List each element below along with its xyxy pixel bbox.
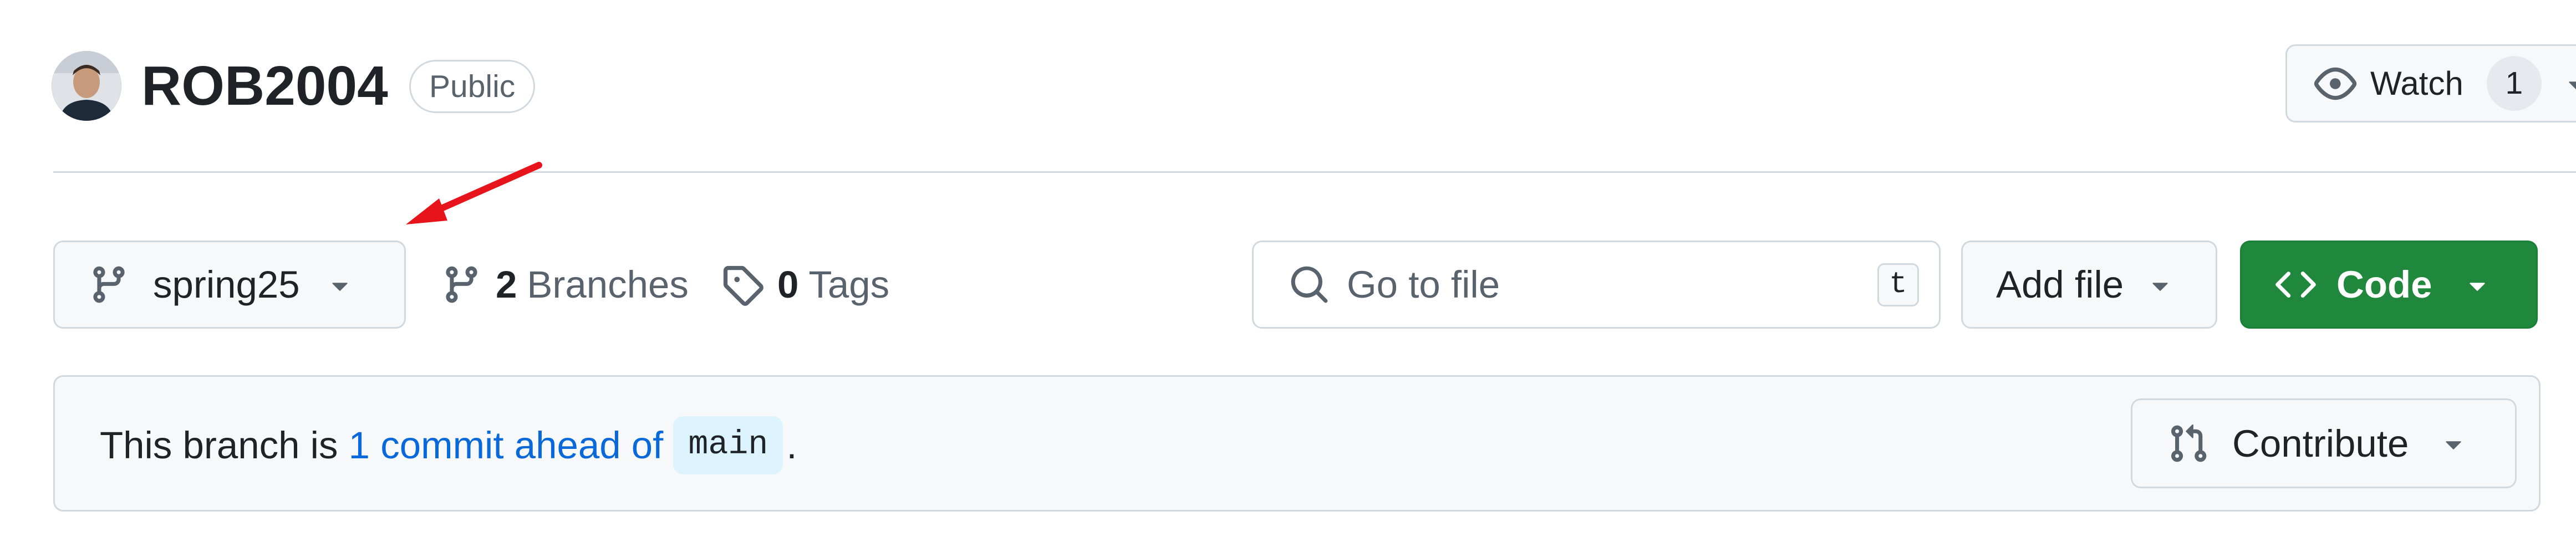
- base-branch-label[interactable]: main: [673, 416, 783, 474]
- tags-count: 0: [777, 263, 799, 306]
- branch-selector-button[interactable]: spring25: [53, 241, 406, 329]
- add-file-button[interactable]: Add file: [1961, 241, 2217, 329]
- triangle-down-icon: [2560, 67, 2576, 100]
- repo-name[interactable]: ROB2004: [141, 51, 388, 121]
- branch-status-text: This branch is 1 commit ahead of main .: [100, 416, 797, 474]
- annotation-arrow: [406, 162, 542, 224]
- add-file-label: Add file: [1996, 263, 2124, 306]
- contribute-label: Contribute: [2232, 422, 2409, 465]
- search-icon: [1289, 264, 1330, 305]
- code-button[interactable]: Code: [2240, 241, 2538, 329]
- banner-suffix: .: [786, 423, 797, 467]
- eye-icon: [2314, 62, 2357, 105]
- git-pull-request-icon: [2167, 423, 2209, 464]
- triangle-down-icon: [323, 268, 357, 301]
- go-to-file-input[interactable]: Go to file t: [1252, 241, 1941, 329]
- banner-prefix: This branch is: [100, 423, 349, 467]
- watch-label: Watch: [2370, 65, 2463, 102]
- watch-button[interactable]: Watch 1: [2285, 44, 2576, 122]
- tags-label: Tags: [808, 263, 890, 306]
- git-branch-icon: [88, 264, 130, 305]
- triangle-down-icon: [2144, 268, 2177, 301]
- triangle-down-icon: [2461, 268, 2494, 301]
- code-label: Code: [2336, 263, 2432, 306]
- branches-count: 2: [496, 263, 517, 306]
- owner-avatar[interactable]: [52, 51, 121, 121]
- tag-icon: [721, 263, 764, 306]
- search-placeholder: Go to file: [1347, 263, 1500, 306]
- git-branch-icon: [441, 264, 482, 305]
- tags-link[interactable]: 0 Tags: [721, 241, 889, 329]
- contribute-button[interactable]: Contribute: [2131, 398, 2517, 488]
- branches-link[interactable]: 2 Branches: [441, 241, 689, 329]
- branches-label: Branches: [527, 263, 689, 306]
- branch-name: spring25: [153, 263, 300, 306]
- visibility-badge: Public: [409, 60, 536, 113]
- commits-ahead-link[interactable]: 1 commit ahead of: [349, 423, 664, 467]
- code-icon: [2275, 264, 2317, 305]
- keyboard-shortcut-hint: t: [1877, 263, 1919, 306]
- watch-count: 1: [2486, 56, 2542, 111]
- triangle-down-icon: [2437, 427, 2470, 460]
